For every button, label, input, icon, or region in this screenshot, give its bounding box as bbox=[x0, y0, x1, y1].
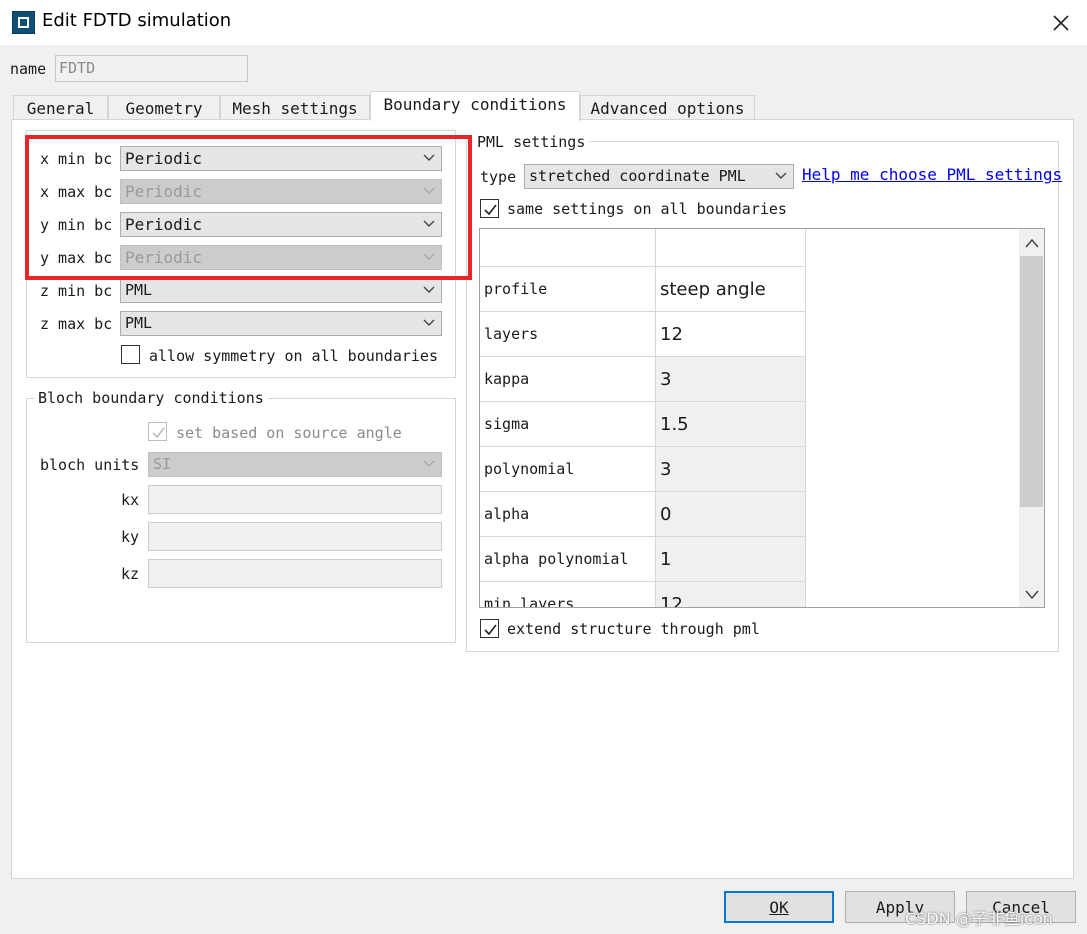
table-row-value: 0 bbox=[656, 492, 806, 537]
pml-table: profile steep angle layers 12 kappa 3 si… bbox=[479, 228, 1045, 608]
bloch-units-value: SI bbox=[153, 455, 172, 473]
table-row-value: 3 bbox=[656, 357, 806, 402]
table-row-value: 1.5 bbox=[656, 402, 806, 447]
bloch-units-select: SI bbox=[148, 452, 442, 477]
scrollbar-thumb[interactable] bbox=[1020, 256, 1043, 507]
z-min-bc-value: PML bbox=[125, 281, 153, 299]
close-icon[interactable] bbox=[1046, 8, 1076, 38]
table-header-cell bbox=[656, 229, 806, 267]
table-row-name: layers bbox=[480, 312, 656, 357]
set-based-on-source-label: set based on source angle bbox=[176, 424, 402, 442]
table-row-name: alpha polynomial bbox=[480, 537, 656, 582]
check-icon bbox=[484, 624, 497, 636]
table-row-name: kappa bbox=[480, 357, 656, 402]
pml-type-label: type bbox=[480, 168, 517, 186]
same-settings-checkbox[interactable] bbox=[480, 199, 499, 218]
allow-symmetry-checkbox[interactable] bbox=[121, 345, 140, 364]
pml-group-title: PML settings bbox=[473, 133, 590, 151]
table-row-name: min layers bbox=[480, 582, 656, 607]
z-max-bc-label: z max bc bbox=[40, 315, 113, 333]
highlight-box bbox=[25, 135, 472, 280]
app-icon bbox=[12, 11, 35, 34]
z-min-bc-select[interactable]: PML bbox=[120, 278, 442, 303]
table-row-value: 12 bbox=[656, 582, 806, 607]
table-row-name: profile bbox=[480, 267, 656, 312]
tab-mesh-settings[interactable]: Mesh settings bbox=[220, 95, 370, 120]
chevron-down-icon bbox=[775, 172, 787, 179]
ok-button-label: OK bbox=[769, 898, 789, 917]
scroll-up-icon[interactable] bbox=[1024, 235, 1040, 253]
tab-advanced-options[interactable]: Advanced options bbox=[580, 95, 755, 120]
table-row-value: 1 bbox=[656, 537, 806, 582]
chevron-down-icon bbox=[423, 460, 435, 467]
name-field[interactable]: FDTD bbox=[55, 55, 248, 82]
check-icon bbox=[152, 427, 165, 439]
z-max-bc-select[interactable]: PML bbox=[120, 311, 442, 336]
tab-general[interactable]: General bbox=[13, 95, 108, 120]
chevron-down-icon bbox=[423, 319, 435, 326]
extend-structure-checkbox[interactable] bbox=[480, 619, 499, 638]
kx-label: kx bbox=[121, 491, 140, 509]
table-row-value[interactable]: steep angle bbox=[656, 267, 806, 312]
bloch-units-label: bloch units bbox=[40, 456, 140, 474]
chevron-down-icon bbox=[423, 286, 435, 293]
tab-boundary-conditions[interactable]: Boundary conditions bbox=[370, 91, 580, 121]
z-max-bc-value: PML bbox=[125, 314, 153, 332]
ok-button[interactable]: OK bbox=[724, 891, 834, 923]
table-header-cell bbox=[480, 229, 656, 267]
kz-input bbox=[148, 559, 442, 588]
extend-structure-label: extend structure through pml bbox=[507, 620, 760, 638]
tab-geometry[interactable]: Geometry bbox=[108, 95, 220, 120]
pml-type-value: stretched coordinate PML bbox=[529, 167, 746, 185]
same-settings-label: same settings on all boundaries bbox=[507, 200, 787, 218]
kz-label: kz bbox=[121, 565, 140, 583]
allow-symmetry-label: allow symmetry on all boundaries bbox=[149, 347, 438, 365]
table-row-value: 3 bbox=[656, 447, 806, 492]
ky-input bbox=[148, 522, 442, 551]
ky-label: ky bbox=[121, 528, 140, 546]
z-min-bc-label: z min bc bbox=[40, 282, 113, 300]
set-based-on-source-checkbox bbox=[148, 422, 167, 441]
watermark: CSDN @子非鱼icon bbox=[905, 909, 1053, 928]
table-row-name: alpha bbox=[480, 492, 656, 537]
table-row-name: sigma bbox=[480, 402, 656, 447]
scroll-down-icon[interactable] bbox=[1024, 587, 1040, 605]
help-pml-link[interactable]: Help me choose PML settings bbox=[802, 165, 1062, 184]
window-title: Edit FDTD simulation bbox=[42, 10, 232, 31]
bloch-group-title: Bloch boundary conditions bbox=[34, 389, 268, 407]
table-row-value[interactable]: 12 bbox=[656, 312, 806, 357]
table-row-name: polynomial bbox=[480, 447, 656, 492]
check-icon bbox=[484, 204, 497, 216]
kx-input bbox=[148, 485, 442, 514]
pml-type-select[interactable]: stretched coordinate PML bbox=[524, 164, 794, 189]
name-label: name bbox=[10, 60, 47, 78]
